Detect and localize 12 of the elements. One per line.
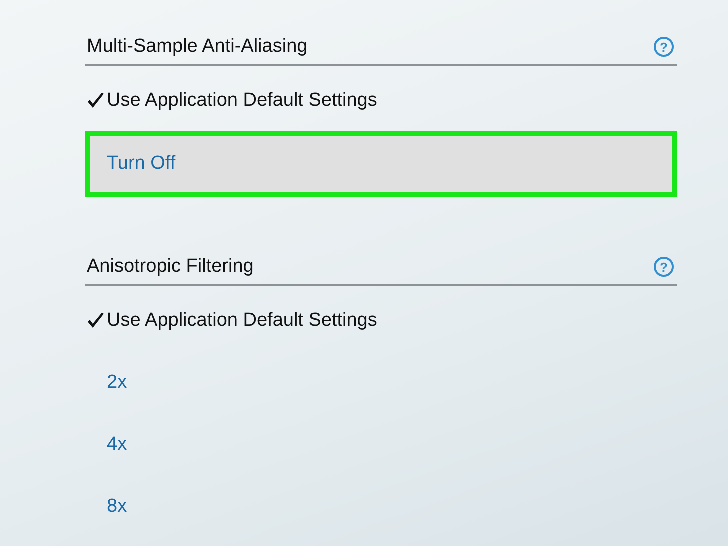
help-icon[interactable]: ? [654,257,674,277]
option-item[interactable]: 2x [85,352,677,414]
option-item[interactable]: 8x [85,476,677,538]
highlighted-option[interactable]: Turn Off [85,131,677,197]
option-item[interactable]: Use Application Default Settings [85,290,677,352]
section-title: Anisotropic Filtering [87,256,254,278]
checkmark-icon [87,313,105,329]
section-title: Multi-Sample Anti-Aliasing [87,36,308,58]
option-item[interactable]: 4x [85,414,677,476]
option-item[interactable]: Use Application Default Settings [85,70,677,132]
checkmark-icon [87,93,105,109]
help-icon[interactable]: ? [654,37,674,57]
